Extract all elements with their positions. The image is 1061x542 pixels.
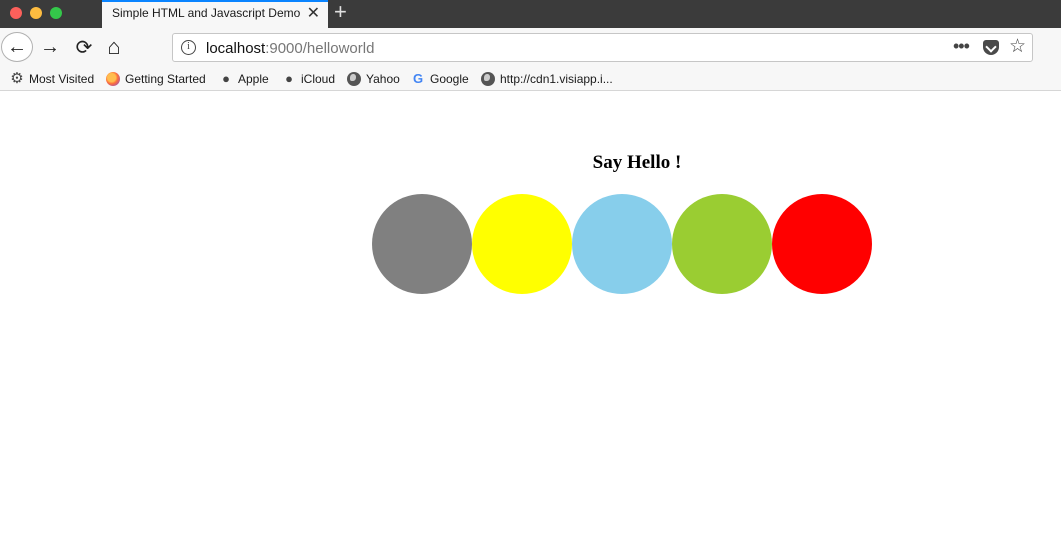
home-button[interactable]: ⌂	[100, 32, 128, 62]
bookmark-yahoo[interactable]: Yahoo	[347, 70, 400, 87]
circle-yellowgreen[interactable]	[672, 194, 772, 294]
navigation-toolbar: ← → ⟳ ⌂ i localhost:9000/helloworld ••• …	[0, 28, 1061, 66]
bookmark-most-visited[interactable]: ⚙ Most Visited	[10, 70, 94, 87]
window-minimize-button[interactable]	[30, 7, 42, 19]
tab-active[interactable]: Simple HTML and Javascript Demo ✕	[102, 0, 328, 28]
bookmark-google[interactable]: G Google	[411, 70, 469, 87]
arrow-left-icon: ←	[7, 35, 27, 58]
window-maximize-button[interactable]	[50, 7, 62, 19]
url-host: localhost	[206, 40, 266, 57]
bookmark-apple[interactable]: ● Apple	[219, 70, 269, 87]
tab-title: Simple HTML and Javascript Demo	[112, 6, 301, 20]
url-bar[interactable]: i localhost:9000/helloworld ••• ☆	[172, 33, 1033, 62]
reload-icon: ⟳	[75, 36, 93, 59]
home-icon: ⌂	[107, 34, 121, 59]
bookmark-icloud[interactable]: ● iCloud	[282, 70, 335, 87]
page-actions-icon[interactable]: •••	[953, 36, 970, 57]
bookmark-visiapp[interactable]: http://cdn1.visiapp.i...	[481, 70, 613, 87]
apple-icon: ●	[222, 70, 230, 86]
circle-red[interactable]	[772, 194, 872, 294]
tab-strip: Simple HTML and Javascript Demo ✕ +	[0, 0, 1061, 28]
tab-close-icon[interactable]: ✕	[307, 5, 320, 23]
bookmark-star-icon[interactable]: ☆	[1009, 35, 1026, 58]
circle-yellow[interactable]	[472, 194, 572, 294]
arrow-right-icon: →	[40, 35, 60, 58]
globe-icon	[347, 71, 361, 86]
pocket-icon[interactable]	[983, 40, 999, 55]
firefox-icon	[106, 71, 120, 86]
forward-button[interactable]: →	[36, 32, 64, 62]
window-close-button[interactable]	[10, 7, 22, 19]
bookmark-label: Google	[430, 71, 469, 86]
circle-gray[interactable]	[372, 194, 472, 294]
circle-row	[372, 194, 872, 294]
new-tab-button[interactable]: +	[334, 1, 347, 23]
bookmark-label: http://cdn1.visiapp.i...	[500, 71, 613, 86]
apple-icon: ●	[285, 70, 293, 86]
bookmark-label: Apple	[238, 71, 269, 86]
bookmark-label: iCloud	[301, 71, 336, 86]
globe-icon	[481, 71, 495, 86]
reload-button[interactable]: ⟳	[70, 32, 98, 62]
bookmarks-toolbar: ⚙ Most Visited Getting Started ● Apple ●…	[0, 66, 1061, 91]
bookmark-getting-started[interactable]: Getting Started	[106, 70, 206, 87]
circle-skyblue[interactable]	[572, 194, 672, 294]
bookmark-label: Getting Started	[125, 71, 206, 86]
info-icon[interactable]: i	[181, 40, 196, 55]
url-path: :9000/helloworld	[265, 40, 375, 57]
url-text[interactable]: localhost:9000/helloworld	[206, 40, 374, 57]
page-heading: Say Hello !	[592, 152, 682, 173]
google-icon: G	[412, 70, 424, 86]
gear-icon: ⚙	[10, 69, 24, 87]
bookmark-label: Yahoo	[366, 71, 400, 86]
bookmark-label: Most Visited	[29, 71, 95, 86]
back-button[interactable]: ←	[1, 32, 33, 62]
